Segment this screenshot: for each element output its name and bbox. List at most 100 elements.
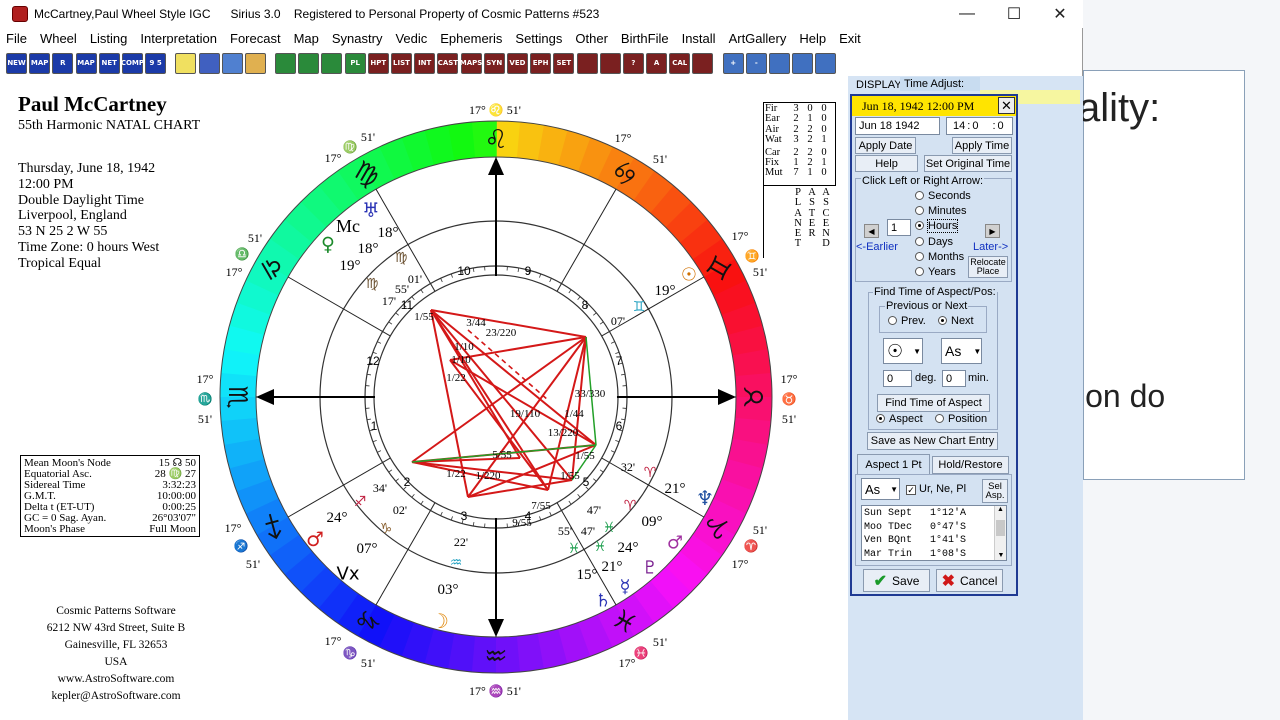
planet-glyph-icon[interactable]: ♈ (644, 465, 657, 481)
earlier-label[interactable]: <-Earlier (856, 241, 898, 253)
next-radio[interactable]: Next (938, 315, 974, 327)
save-as-new-chart-button[interactable]: Save as New Chart Entry (867, 432, 998, 450)
toolbar-button-13-icon[interactable] (321, 52, 343, 74)
toolbar-button-28-icon[interactable]: CAL (669, 52, 691, 74)
relocate-place-button[interactable]: Relocate Place (968, 256, 1008, 278)
unit-radio-months[interactable]: Months (915, 251, 964, 263)
planet-glyph-icon[interactable]: ♆ (696, 486, 714, 510)
as-select[interactable]: As ▼ (861, 478, 900, 500)
planet-glyph-icon[interactable]: ♓ (594, 539, 607, 555)
maximize-button[interactable]: ☐ (991, 0, 1037, 28)
unit-radio-days[interactable]: Days (915, 236, 953, 248)
planet-glyph-icon[interactable]: ♐ (354, 494, 367, 510)
apply-date-button[interactable]: Apply Date (855, 137, 916, 154)
prev-radio[interactable]: Prev. (888, 315, 926, 327)
toolbar-button-32-icon[interactable] (769, 52, 790, 74)
tab-aspect-1pt[interactable]: Aspect 1 Pt (857, 454, 930, 474)
unit-radio-minutes[interactable]: Minutes (915, 205, 967, 217)
cancel-button[interactable]: ✖ Cancel (936, 569, 1003, 592)
toolbar-button-23-icon[interactable]: SET (553, 52, 575, 74)
planet-glyph-icon[interactable]: ♊ (633, 299, 646, 315)
close-button[interactable]: ✕ (1037, 0, 1083, 28)
menu-forecast[interactable]: Forecast (224, 31, 288, 46)
planet-glyph-icon[interactable]: ♇ (642, 557, 658, 578)
scroll-down-icon[interactable]: ▼ (995, 552, 1007, 559)
menu-interpretation[interactable]: Interpretation (134, 31, 224, 46)
toolbar-button-10-icon[interactable] (244, 52, 266, 74)
menu-artgallery[interactable]: ArtGallery (723, 31, 794, 46)
toolbar-button-33-icon[interactable] (792, 52, 814, 74)
planet-glyph-icon[interactable]: ☽ (431, 609, 449, 633)
toolbar-button-20-icon[interactable]: SYN (483, 52, 505, 74)
planet-glyph-icon[interactable]: ♒ (450, 555, 463, 571)
planet-glyph-icon[interactable]: ♂ (667, 532, 683, 553)
ur-ne-pl-checkbox[interactable]: ✓ Ur, Ne, Pl (906, 483, 966, 495)
toolbar-button-12-icon[interactable] (298, 52, 320, 74)
toolbar-button-26-icon[interactable]: ? (622, 52, 644, 74)
date-input[interactable]: Jun 18 1942 (855, 117, 940, 135)
later-arrow-button[interactable]: ▶ (985, 224, 1000, 238)
toolbar-button-16-icon[interactable]: LIST (391, 52, 412, 74)
planet-glyph-icon[interactable]: ♈ (624, 498, 637, 514)
dialog-close-button[interactable]: ✕ (998, 97, 1015, 114)
menu-install[interactable]: Install (676, 31, 723, 46)
sel-asp-button[interactable]: Sel Asp. (982, 479, 1008, 503)
planet-glyph-icon[interactable]: ☉ (681, 264, 697, 285)
toolbar-button-2-icon[interactable]: R (52, 52, 74, 74)
planet-glyph-icon[interactable]: ♓ (603, 520, 616, 536)
minute-input[interactable]: 0 (942, 370, 966, 387)
menu-listing[interactable]: Listing (84, 31, 135, 46)
toolbar-button-7-icon[interactable] (175, 52, 197, 74)
menu-wheel[interactable]: Wheel (34, 31, 84, 46)
planet-glyph-icon[interactable]: ♍ (395, 250, 408, 266)
toolbar-button-1-icon[interactable]: MAP (29, 52, 51, 74)
toolbar-button-6-icon[interactable]: 9 5 (145, 52, 167, 74)
unit-radio-seconds[interactable]: Seconds (915, 190, 971, 202)
scroll-up-icon[interactable]: ▲ (995, 506, 1006, 513)
aspect-list-item[interactable]: Ven BQnt 1°41'S (864, 534, 966, 548)
toolbar-button-29-icon[interactable] (692, 52, 714, 74)
planet-glyph-icon[interactable]: ♀ (321, 234, 335, 256)
toolbar-button-24-icon[interactable] (576, 52, 598, 74)
planet-glyph-icon[interactable]: ♅ (362, 198, 380, 222)
toolbar-button-11-icon[interactable] (275, 52, 297, 74)
toolbar-button-30-icon[interactable]: + (722, 52, 744, 74)
time-minutes[interactable]: 0 (972, 120, 978, 132)
toolbar-button-25-icon[interactable] (599, 52, 621, 74)
menu-exit[interactable]: Exit (833, 31, 868, 46)
menu-help[interactable]: Help (793, 31, 833, 46)
planet-glyph-icon[interactable]: ♂ (306, 527, 324, 551)
aspect-radio[interactable]: Aspect (876, 413, 923, 425)
toolbar-button-27-icon[interactable]: A (646, 52, 668, 74)
planet-glyph-icon[interactable]: ♓ (568, 541, 581, 557)
minimize-button[interactable]: — (944, 0, 990, 28)
unit-radio-hours[interactable]: Hours (915, 219, 959, 234)
step-input[interactable]: 1 (887, 219, 911, 236)
menu-settings[interactable]: Settings (509, 31, 569, 46)
save-button[interactable]: ✔ Save (863, 569, 930, 592)
apply-time-button[interactable]: Apply Time (952, 137, 1012, 154)
toolbar-button-14-icon[interactable]: PL (344, 52, 366, 74)
time-hours[interactable]: 14 (953, 120, 965, 132)
aspect-list[interactable]: Sun Sept 1°12'A Moo TDec 0°47'S Ven BQnt 1… (861, 505, 1007, 561)
toolbar-button-15-icon[interactable]: HPT (367, 52, 389, 74)
set-original-time-button[interactable]: Set Original Time (924, 155, 1012, 172)
planet-glyph-icon[interactable]: ☿ (619, 576, 630, 597)
degree-input[interactable]: 0 (883, 370, 912, 387)
toolbar-button-21-icon[interactable]: VED (506, 52, 528, 74)
toolbar-button-8-icon[interactable] (198, 52, 220, 74)
tab-hold-restore[interactable]: Hold/Restore (932, 456, 1009, 474)
earlier-arrow-button[interactable]: ◀ (864, 224, 879, 238)
later-label[interactable]: Later-> (973, 241, 1008, 253)
toolbar-button-22-icon[interactable]: EPH (530, 52, 552, 74)
menu-ephemeris[interactable]: Ephemeris (434, 31, 509, 46)
planet-glyph-icon[interactable]: ♄ (595, 590, 611, 611)
planet-glyph-icon[interactable]: Vx (337, 563, 360, 584)
find-time-of-aspect-button[interactable]: Find Time of Aspect (877, 394, 990, 412)
position-radio[interactable]: Position (935, 413, 987, 425)
aspect-list-item[interactable]: Sun Sept 1°12'A (864, 507, 966, 521)
aspect-list-item[interactable]: Moo TDec 0°47'S (864, 521, 966, 535)
scroll-thumb[interactable] (996, 520, 1005, 536)
planet-glyph-icon[interactable]: ♑ (380, 521, 393, 537)
toolbar-button-4-icon[interactable]: NET (98, 52, 120, 74)
